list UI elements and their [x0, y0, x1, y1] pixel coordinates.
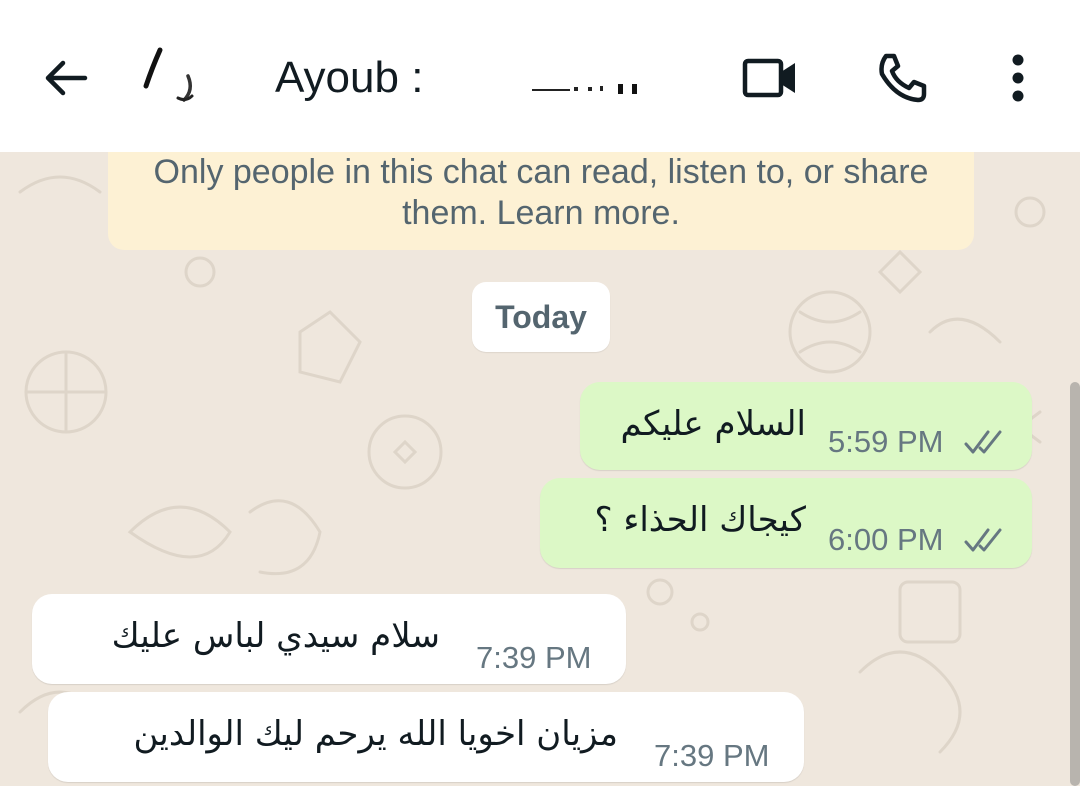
read-receipt-icon [964, 528, 1002, 552]
more-vertical-icon [1012, 54, 1024, 102]
message-time: 7:39 PM [654, 738, 770, 773]
voice-call-button[interactable] [872, 48, 932, 108]
arrow-left-icon [45, 60, 88, 96]
notice-line-2: them. Learn more. [402, 194, 680, 232]
outgoing-message[interactable]: السلام عليكم 5:59 PM [580, 382, 1032, 470]
contact-name[interactable]: Ayoub : [275, 50, 423, 106]
date-divider: Today [472, 282, 610, 352]
more-options-button[interactable] [988, 48, 1048, 108]
video-call-button[interactable] [740, 48, 800, 108]
outgoing-message[interactable]: كيجاك الحذاء ؟ 6:00 PM [540, 478, 1032, 568]
scrollbar[interactable] [1070, 382, 1080, 786]
redacted-name-overlay [420, 52, 650, 104]
chat-area[interactable]: Only people in this chat can read, liste… [0, 152, 1080, 786]
read-receipt-icon [964, 430, 1002, 454]
incoming-message[interactable]: سلام سيدي لباس عليك 7:39 PM [32, 594, 626, 684]
incoming-message[interactable]: مزيان اخويا الله يرحم ليك الوالدين 7:39 … [48, 692, 804, 782]
message-text: كيجاك الحذاء ؟ [594, 500, 806, 540]
contact-avatar[interactable] [130, 30, 230, 130]
message-time: 6:00 PM [828, 522, 944, 557]
notice-line-1: Only people in this chat can read, liste… [153, 153, 929, 191]
message-text: السلام عليكم [620, 404, 807, 444]
message-time: 7:39 PM [476, 640, 592, 675]
message-time: 5:59 PM [828, 424, 944, 459]
encryption-notice[interactable]: Only people in this chat can read, liste… [108, 152, 974, 250]
phone-icon [879, 53, 927, 103]
message-text: سلام سيدي لباس عليك [111, 616, 440, 656]
back-button[interactable] [38, 50, 94, 106]
message-text: مزيان اخويا الله يرحم ليك الوالدين [133, 714, 618, 754]
chat-header: Ayoub : [0, 0, 1080, 152]
video-camera-icon [742, 58, 795, 98]
